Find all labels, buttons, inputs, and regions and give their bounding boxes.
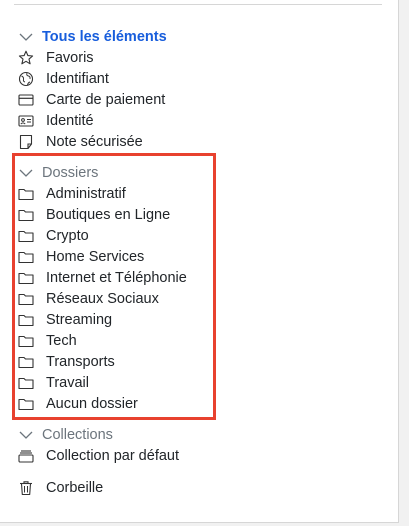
collection-label: Collection par défaut (46, 447, 179, 464)
id-card-icon (18, 113, 34, 129)
chevron-down-icon (18, 33, 34, 41)
trash-label: Corbeille (46, 479, 104, 496)
collection-icon (18, 448, 34, 464)
filter-label: Note sécurisée (46, 133, 143, 150)
filter-label: Identifiant (46, 70, 109, 87)
vault-filter-sidebar: Tous les éléments Favoris Identifiant Ca… (0, 0, 399, 523)
all-items-title: Tous les éléments (42, 28, 167, 45)
collections-header[interactable]: Collections (18, 424, 113, 445)
collection-item[interactable]: Collection par défaut (18, 445, 179, 466)
trash-icon (18, 480, 34, 496)
filter-login[interactable]: Identifiant (18, 68, 109, 89)
filter-identity[interactable]: Identité (18, 110, 94, 131)
all-items-header[interactable]: Tous les éléments (18, 26, 167, 47)
filter-label: Carte de paiement (46, 91, 166, 108)
folders-highlight-box (12, 153, 216, 420)
sticky-note-icon (18, 134, 34, 150)
top-divider (14, 0, 382, 5)
collections-title: Collections (42, 426, 113, 443)
credit-card-icon (18, 92, 34, 108)
star-icon (18, 50, 34, 66)
filter-label: Identité (46, 112, 94, 129)
trash-item[interactable]: Corbeille (18, 477, 103, 498)
chevron-down-icon (18, 431, 34, 439)
filter-card[interactable]: Carte de paiement (18, 89, 165, 110)
globe-icon (18, 71, 34, 87)
filter-label: Favoris (46, 49, 94, 66)
filter-secure-note[interactable]: Note sécurisée (18, 131, 143, 152)
filter-favorites[interactable]: Favoris (18, 47, 94, 68)
